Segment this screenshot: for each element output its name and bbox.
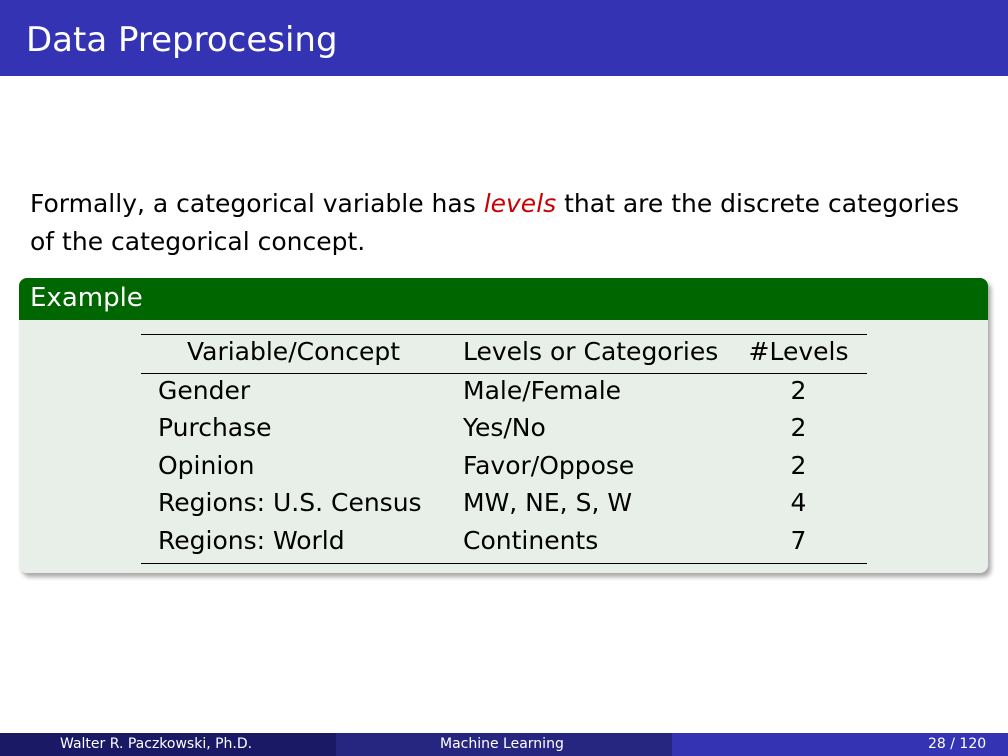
table-row-3-variable: Regions: U.S. Census bbox=[158, 488, 422, 517]
table-row-4-count: 7 bbox=[790, 526, 807, 555]
intro-text-before: Formally, a categorical variable has bbox=[30, 189, 484, 218]
footer-page-number: 28 / 120 bbox=[928, 736, 987, 752]
table-mid-rule bbox=[141, 373, 867, 374]
footer-page-section: 28 / 120 bbox=[672, 733, 1008, 756]
table-row-0-variable: Gender bbox=[158, 376, 251, 405]
intro-emphasis: levels bbox=[483, 189, 557, 218]
table-row-4-variable: Regions: World bbox=[158, 526, 345, 555]
column-header-variable: Variable/Concept bbox=[186, 337, 401, 366]
table-row-3-levels: MW, NE, S, W bbox=[463, 488, 633, 517]
table-row-1-variable: Purchase bbox=[158, 413, 272, 442]
table-row-0-count: 2 bbox=[790, 376, 807, 405]
table-top-rule bbox=[141, 334, 867, 335]
example-block-title: Example bbox=[30, 283, 143, 313]
table-row-2-variable: Opinion bbox=[158, 451, 255, 480]
footer-author: Walter R. Paczkowski, Ph.D. bbox=[60, 736, 253, 752]
table-row-3-count: 4 bbox=[790, 488, 807, 517]
example-block-header: Example bbox=[19, 278, 988, 320]
column-header-count: #Levels bbox=[748, 337, 849, 366]
intro-paragraph: Formally, a categorical variable has lev… bbox=[30, 185, 980, 261]
footer-author-section: Walter R. Paczkowski, Ph.D. bbox=[0, 733, 336, 756]
example-block: Example Variable/Concept Levels or Categ… bbox=[19, 278, 988, 573]
table-row-1-count: 2 bbox=[790, 413, 807, 442]
title-bar: Data Preprocesing bbox=[0, 0, 1008, 76]
table-row-4-levels: Continents bbox=[463, 526, 599, 555]
footer-course-section: Machine Learning bbox=[336, 733, 672, 756]
footer: Walter R. Paczkowski, Ph.D. Machine Lear… bbox=[0, 733, 1008, 756]
slide-title: Data Preprocesing bbox=[26, 20, 338, 60]
table-bottom-rule bbox=[141, 563, 867, 564]
table-row-2-levels: Favor/Oppose bbox=[463, 451, 635, 480]
table-row-0-levels: Male/Female bbox=[463, 376, 622, 405]
table-row-1-levels: Yes/No bbox=[463, 413, 546, 442]
footer-course: Machine Learning bbox=[440, 736, 564, 752]
table-row-2-count: 2 bbox=[790, 451, 807, 480]
column-header-levels: Levels or Categories bbox=[463, 337, 719, 366]
